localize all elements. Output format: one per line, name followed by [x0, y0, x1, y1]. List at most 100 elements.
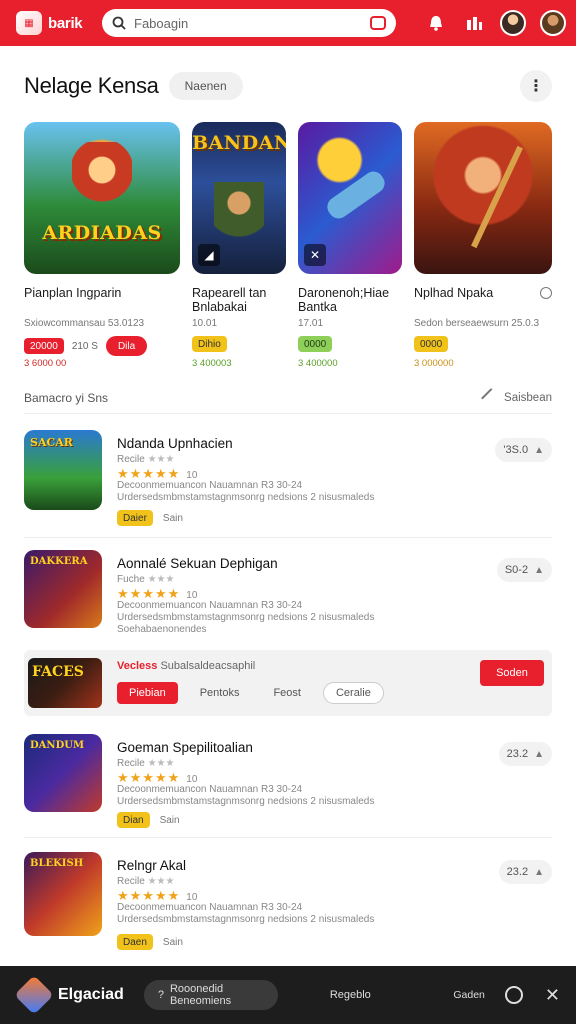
featured-meta: 10.01	[192, 318, 218, 329]
recommend-pill[interactable]: ? Rooonedid Beneomiens	[143, 980, 278, 1010]
featured-meta: Sedon berseaewsurn 25.0.3	[414, 318, 540, 329]
info-icon[interactable]	[540, 287, 552, 299]
price-pill[interactable]: '3S.0 ▲	[495, 438, 552, 462]
search-bar[interactable]	[102, 9, 396, 37]
size-badge: 210 S	[71, 340, 98, 352]
upvote-icon: ▲	[534, 866, 544, 878]
featured-card[interactable]: BANDAN ◢ Rapearell tan Bnlabakai 10.01 Di…	[192, 122, 286, 369]
featured-name: Daronenoh;Hiae Bantka	[298, 286, 390, 314]
featured-art: ✕	[298, 122, 402, 274]
brand-logo-icon	[14, 975, 54, 1015]
app-thumbnail: DAKKERA	[24, 550, 102, 628]
close-icon[interactable]: ✕	[545, 985, 560, 1006]
featured-name: Pianplan Ingparin	[24, 286, 122, 300]
get-button[interactable]: Dila	[105, 336, 148, 356]
price-pill[interactable]: 23.2 ▲	[498, 742, 552, 766]
section-edit-button[interactable]: Saisbean	[481, 387, 552, 408]
stats-icon[interactable]	[462, 11, 486, 35]
extra-label: Sain	[159, 814, 180, 826]
featured-meta: 17.01	[298, 318, 324, 329]
clock-icon[interactable]	[504, 986, 523, 1004]
secondary-avatar[interactable]	[540, 10, 566, 36]
search-icon	[112, 16, 126, 30]
edit-icon	[481, 387, 501, 408]
app-title: Aonnalé Sekuan Dephigan	[117, 556, 278, 571]
price-badge: 0000	[414, 336, 449, 352]
filter-chip[interactable]: Naenen	[168, 72, 243, 100]
app-category: Recile ★★★	[117, 454, 175, 465]
install-button[interactable]: Daier	[117, 510, 153, 526]
promo-title: Vecless Subalsaldeacsaphil	[117, 660, 256, 672]
bottom-bar: Elgaciad ? Rooonedid Beneomiens Regeblo …	[0, 966, 576, 1024]
section-header: Bamacro yi Sns Saisbean	[24, 387, 552, 414]
upvote-icon: ▲	[534, 564, 544, 576]
extra-label: Sain	[162, 936, 183, 948]
upvote-icon: ▲	[534, 748, 544, 760]
featured-downloads: 3 400003	[192, 358, 232, 369]
featured-downloads: 3 6000 00	[24, 358, 67, 369]
featured-downloads: 3 400000	[298, 358, 338, 369]
tag-icon: ✕	[304, 244, 326, 266]
list-item[interactable]: BLEKISH Relngr Akal Recile ★★★ ★★★★★ 10 D…	[24, 852, 552, 956]
app-description: Decoonmemuancon Nauamnan R3 30-24 Urderse…	[117, 784, 375, 807]
app-description: Decoonmemuancon Nauamnan R3 30-24 Urderse…	[117, 902, 375, 925]
price-badge: 20000	[24, 338, 64, 354]
featured-name: Rapearell tan Bnlabakai	[192, 286, 267, 314]
app-title: Ndanda Upnhacien	[117, 436, 233, 451]
list-item[interactable]: DAKKERA Aonnalé Sekuan Dephigan Fuche ★★…	[24, 550, 552, 642]
bottom-link[interactable]: Regeblo	[330, 989, 371, 1001]
camera-search-icon[interactable]	[370, 16, 386, 30]
featured-art: ARDIADAS	[24, 122, 180, 274]
list-item[interactable]: SACAR Ndanda Upnhacien Recile ★★★ ★★★★★ 1…	[24, 430, 552, 538]
featured-art: BANDAN ◢	[192, 122, 286, 274]
featured-card[interactable]: ✕ Daronenoh;Hiae Bantka 17.01 0000 3 4000…	[298, 122, 402, 369]
app-description: Decoonmemuancon Nauamnan R3 30-24 Urderse…	[117, 600, 375, 635]
page-title: Nelage Kensa	[24, 73, 159, 98]
app-title: Relngr Akal	[117, 858, 187, 873]
promo-cta-button[interactable]: Soden	[480, 660, 544, 686]
promo-tab[interactable]: Feost	[261, 682, 313, 704]
notification-icon[interactable]	[424, 11, 448, 35]
page-header: Nelage Kensa Naenen ⋮	[24, 70, 552, 102]
promo-tab-active[interactable]: Piebian	[117, 682, 178, 704]
featured-art-title: ARDIADAS	[42, 222, 162, 244]
list-item[interactable]: DANDUM Goeman Spepilitoalian Recile ★★★ …	[24, 734, 552, 838]
logo-text: barik	[48, 14, 83, 32]
app-title: Goeman Spepilitoalian	[117, 740, 253, 755]
promo-banner[interactable]: FACES Vecless Subalsaldeacsaphil Piebian…	[24, 650, 552, 716]
more-options-icon[interactable]: ⋮	[520, 70, 552, 102]
install-button[interactable]: Dian	[117, 812, 150, 828]
brand-name[interactable]: Elgaciad	[58, 986, 124, 1004]
upvote-icon: ▲	[534, 444, 544, 456]
app-category: Recile ★★★	[117, 758, 175, 769]
featured-name: Nplhad Npaka	[414, 286, 552, 300]
search-input[interactable]	[134, 15, 362, 31]
app-thumbnail: DANDUM	[24, 734, 102, 812]
logo-mark-icon: ▦	[16, 11, 42, 35]
price-pill[interactable]: S0-2 ▲	[496, 558, 552, 582]
featured-downloads: 3 000000	[414, 358, 454, 369]
bottom-link-secondary[interactable]: Gaden	[453, 989, 485, 1001]
price-pill[interactable]: 23.2 ▲	[498, 860, 552, 884]
promo-tab[interactable]: Pentoks	[188, 682, 252, 704]
price-badge: Dihio	[192, 336, 227, 352]
featured-art	[414, 122, 552, 274]
featured-card[interactable]: ARDIADAS Pianplan Ingparin Sxiowcommansa…	[24, 122, 180, 369]
featured-art-title: BANDAN	[192, 132, 286, 154]
top-app-bar: ▦ barik	[0, 0, 576, 46]
extra-label: Sain	[162, 512, 183, 524]
app-category: Fuche ★★★	[117, 574, 175, 585]
featured-meta: Sxiowcommansau 53.0123	[24, 318, 145, 329]
app-thumbnail: BLEKISH	[24, 852, 102, 936]
promo-tab[interactable]: Ceralie	[322, 682, 384, 704]
featured-card[interactable]: Nplhad Npaka Sedon berseaewsurn 25.0.3 0…	[414, 122, 552, 369]
app-logo[interactable]: ▦ barik	[16, 11, 102, 35]
question-icon: ?	[157, 989, 164, 1001]
app-thumbnail: SACAR	[24, 430, 102, 510]
user-avatar[interactable]	[500, 10, 526, 36]
app-category: Recile ★★★	[117, 876, 175, 887]
promo-thumbnail: FACES	[28, 658, 102, 708]
app-description: Decoonmemuancon Nauamnan R3 30-24 Urderse…	[117, 480, 375, 503]
install-button[interactable]: Daen	[117, 934, 153, 950]
tag-icon: ◢	[198, 244, 220, 266]
